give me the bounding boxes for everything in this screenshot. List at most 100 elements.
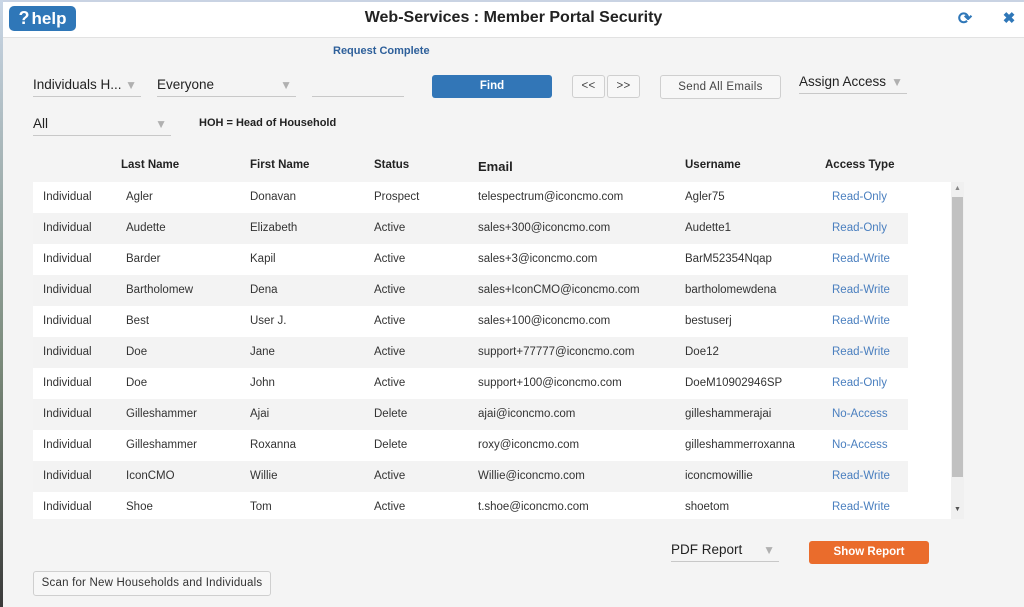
cell-access-type[interactable]: Read-Only [832, 368, 887, 399]
column-header-status[interactable]: Status [374, 159, 409, 171]
status-filter-select[interactable]: All ▼ [33, 113, 171, 136]
table-row[interactable]: Individual Doe John Active support+100@iconc… [33, 368, 908, 399]
cell-access-type[interactable]: No-Access [832, 399, 888, 430]
group-select[interactable]: Everyone ▼ [157, 74, 296, 97]
cell-access-type[interactable]: Read-Write [832, 306, 890, 337]
scroll-down-arrow-icon[interactable]: ▼ [951, 506, 964, 516]
cell-email: roxy@iconcmo.com [478, 439, 580, 451]
members-table: Individual Agler Donavan Prospect telespectr… [33, 182, 951, 519]
search-input[interactable] [312, 74, 404, 97]
cell-first-name: Dena [250, 284, 278, 296]
column-header-username[interactable]: Username [685, 159, 741, 171]
cell-email: t.shoe@iconcmo.com [478, 501, 589, 513]
dropdown-arrow-icon: ▼ [280, 78, 292, 92]
cell-status: Active [374, 284, 406, 296]
cell-status: Active [374, 253, 406, 265]
cell-email: ajai@iconcmo.com [478, 408, 576, 420]
cell-access-type[interactable]: No-Access [832, 430, 888, 461]
assign-access-select[interactable]: Assign Access ▼ [799, 71, 907, 94]
cell-status: Active [374, 377, 406, 389]
cell-access-type[interactable]: Read-Only [832, 213, 887, 244]
show-report-button[interactable]: Show Report [809, 541, 929, 564]
cell-last-name: Gilleshammer [126, 408, 197, 420]
cell-access-type[interactable]: Read-Write [832, 461, 890, 492]
cell-access-type[interactable]: Read-Write [832, 492, 890, 519]
cell-username: BarM52354Nqap [685, 253, 772, 265]
scroll-up-arrow-icon[interactable]: ▲ [951, 185, 964, 195]
cell-email: sales+3@iconcmo.com [478, 253, 598, 265]
assign-access-value: Assign Access [799, 74, 887, 89]
cell-email: support+100@iconcmo.com [478, 377, 622, 389]
cell-first-name: Willie [250, 470, 278, 482]
refresh-icon[interactable]: ⟳ [956, 10, 974, 28]
next-page-button[interactable]: >> [607, 75, 640, 98]
table-row[interactable]: Individual Bartholomew Dena Active sales+Ico… [33, 275, 908, 306]
status-message: Request Complete [333, 45, 430, 57]
cell-email: sales+100@iconcmo.com [478, 315, 611, 327]
table-row[interactable]: Individual Barder Kapil Active sales+3@iconc… [33, 244, 908, 275]
table-row[interactable]: Individual Doe Jane Active support+77777@ico… [33, 337, 908, 368]
cell-email: sales+300@iconcmo.com [478, 222, 611, 234]
column-header-first-name[interactable]: First Name [250, 159, 309, 171]
cell-first-name: John [250, 377, 275, 389]
cell-username: gilleshammerajai [685, 408, 772, 420]
cell-username: DoeM10902946SP [685, 377, 783, 389]
column-header-email[interactable]: Email [478, 159, 513, 174]
close-icon[interactable]: ✖ [1000, 10, 1018, 28]
cell-last-name: Doe [126, 346, 148, 358]
cell-last-name: Audette [126, 222, 166, 234]
cell-status: Delete [374, 408, 408, 420]
cell-username: iconcmowillie [685, 470, 753, 482]
cell-status: Active [374, 346, 406, 358]
dropdown-arrow-icon: ▼ [125, 78, 137, 92]
cell-type: Individual [43, 377, 92, 389]
cell-username: Doe12 [685, 346, 719, 358]
table-row[interactable]: Individual Gilleshammer Roxanna Delete roxy@… [33, 430, 908, 461]
cell-first-name: Ajai [250, 408, 270, 420]
cell-first-name: Donavan [250, 191, 297, 203]
scan-households-button[interactable]: Scan for New Households and Individuals [33, 571, 271, 596]
cell-last-name: Doe [126, 377, 148, 389]
table-row[interactable]: Individual IconCMO Willie Active Willie@icon… [33, 461, 908, 492]
dropdown-arrow-icon: ▼ [763, 543, 775, 557]
scroll-thumb[interactable] [952, 197, 963, 477]
table-row[interactable]: Individual Best User J. Active sales+100@ico… [33, 306, 908, 337]
table-row[interactable]: Individual Gilleshammer Ajai Delete ajai@ico… [33, 399, 908, 430]
send-all-emails-button[interactable]: Send All Emails [660, 75, 781, 99]
cell-type: Individual [43, 191, 92, 203]
cell-first-name: Roxanna [250, 439, 297, 451]
cell-first-name: Tom [250, 501, 272, 513]
cell-username: Agler75 [685, 191, 725, 203]
find-button[interactable]: Find [432, 75, 552, 98]
table-row[interactable]: Individual Audette Elizabeth Active sales+30… [33, 213, 908, 244]
cell-username: Audette1 [685, 222, 732, 234]
hoh-legend: HOH = Head of Household [199, 117, 337, 129]
report-format-select[interactable]: PDF Report ▼ [671, 539, 779, 562]
cell-type: Individual [43, 222, 92, 234]
cell-access-type[interactable]: Read-Write [832, 275, 890, 306]
report-format-value: PDF Report [671, 542, 743, 557]
table-scrollbar[interactable]: ▲ ▼ [951, 182, 964, 519]
window-left-edge [0, 0, 3, 607]
column-header-access-type[interactable]: Access Type [825, 159, 894, 171]
dialog-header: ? help Web-Services : Member Portal Secur… [3, 2, 1024, 38]
cell-status: Active [374, 470, 406, 482]
cell-status: Active [374, 501, 406, 513]
type-select[interactable]: Individuals H... ▼ [33, 74, 141, 97]
cell-type: Individual [43, 501, 92, 513]
cell-email: telespectrum@iconcmo.com [478, 191, 624, 203]
cell-status: Active [374, 222, 406, 234]
cell-first-name: User J. [250, 315, 287, 327]
cell-access-type[interactable]: Read-Write [832, 337, 890, 368]
table-row[interactable]: Individual Agler Donavan Prospect telespectr… [33, 182, 908, 213]
cell-email: sales+IconCMO@iconcmo.com [478, 284, 640, 296]
cell-status: Delete [374, 439, 408, 451]
cell-last-name: Bartholomew [126, 284, 194, 296]
previous-page-button[interactable]: << [572, 75, 605, 98]
cell-access-type[interactable]: Read-Only [832, 182, 887, 213]
column-header-last-name[interactable]: Last Name [121, 159, 179, 171]
cell-access-type[interactable]: Read-Write [832, 244, 890, 275]
table-row[interactable]: Individual Shoe Tom Active t.shoe@iconcmo.co… [33, 492, 908, 519]
cell-last-name: Agler [126, 191, 153, 203]
cell-last-name: Barder [126, 253, 161, 265]
